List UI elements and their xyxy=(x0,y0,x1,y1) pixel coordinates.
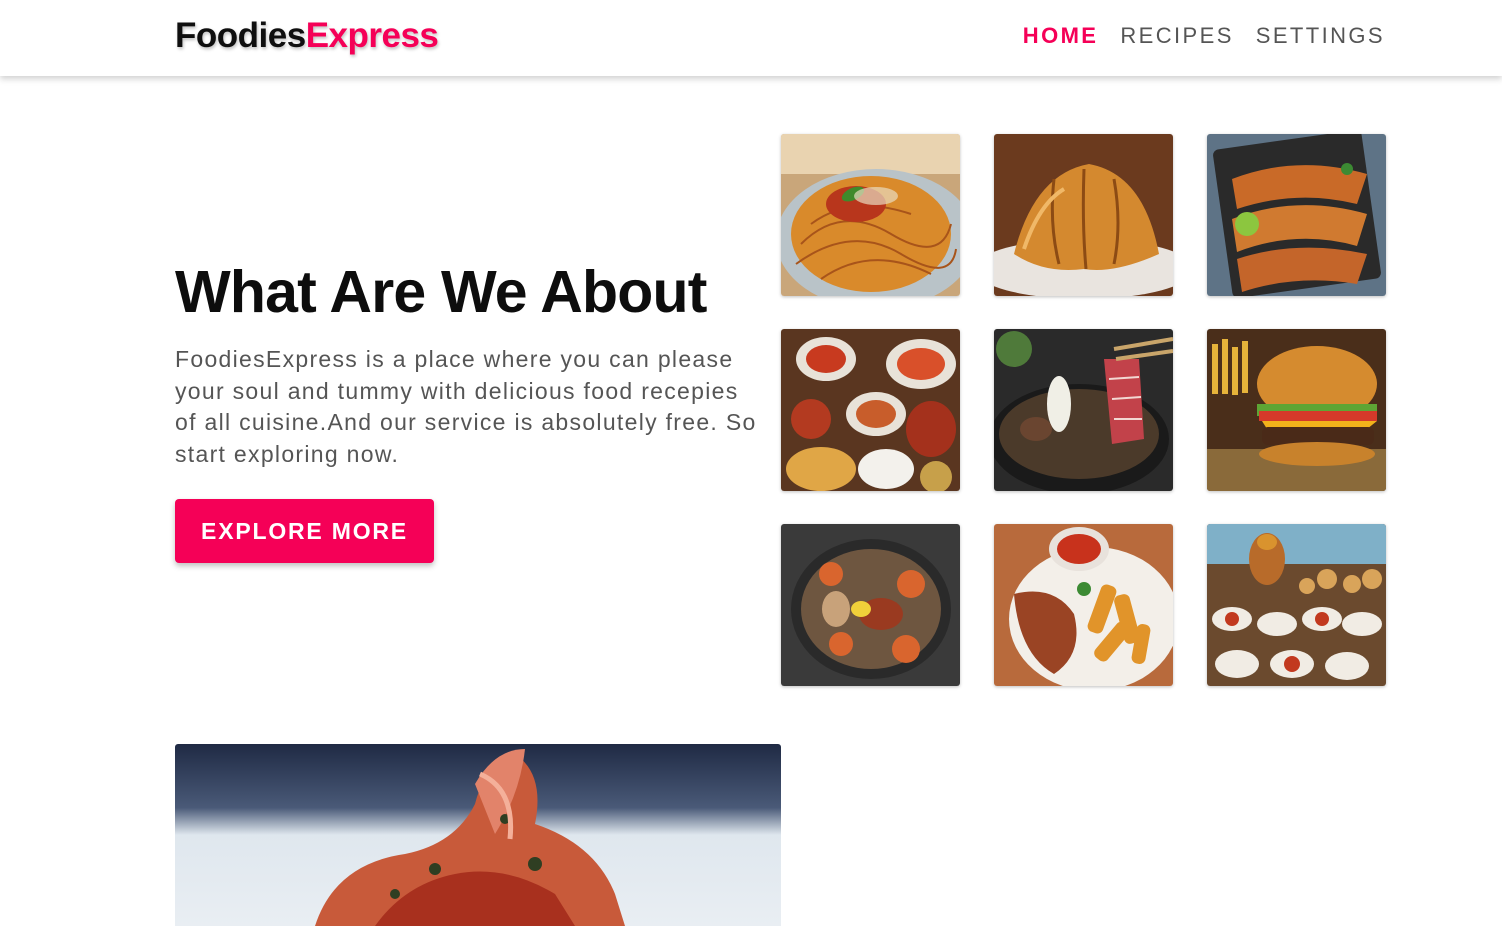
food-image-tacos xyxy=(1207,134,1386,296)
main-nav: HOME RECIPES SETTINGS xyxy=(1023,23,1385,49)
featured-dish-image xyxy=(175,744,781,926)
food-image-fish-fries xyxy=(994,524,1173,686)
nav-link-settings[interactable]: SETTINGS xyxy=(1256,23,1385,49)
brand-logo[interactable]: FoodiesExpress xyxy=(175,16,439,56)
food-image-croissant xyxy=(994,134,1173,296)
food-image-burger xyxy=(1207,329,1386,491)
nav-link-home[interactable]: HOME xyxy=(1023,23,1099,49)
logo-text-foodies: Foodies xyxy=(175,16,306,55)
food-image-seafood-platter xyxy=(781,524,960,686)
food-image-spaghetti xyxy=(781,134,960,296)
hero-description: FoodiesExpress is a place where you can … xyxy=(175,346,757,467)
top-app-bar: FoodiesExpress HOME RECIPES SETTINGS xyxy=(0,0,1502,76)
food-image-hotpot xyxy=(994,329,1173,491)
nav-link-recipes[interactable]: RECIPES xyxy=(1120,23,1233,49)
food-image-curry-spread xyxy=(781,329,960,491)
logo-text-express: Express xyxy=(305,16,439,55)
food-image-buffet-feast xyxy=(1207,524,1386,686)
explore-more-button[interactable]: EXPLORE MORE xyxy=(175,499,434,563)
hero-title: What Are We About xyxy=(175,259,707,325)
food-image-grid xyxy=(781,134,1386,686)
